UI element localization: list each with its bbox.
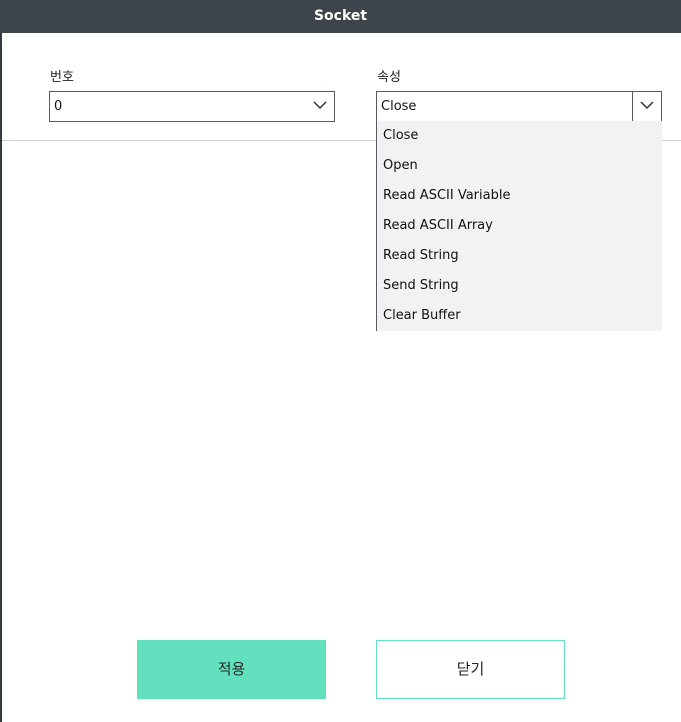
socket-dialog: Socket 번호 0 속성 Close Close Open Read ASC… <box>0 0 681 722</box>
property-dropdown-list: Close Open Read ASCII Variable Read ASCI… <box>376 121 662 331</box>
dialog-title: Socket <box>0 0 681 33</box>
dropdown-option-send-string[interactable]: Send String <box>383 271 459 301</box>
dropdown-option-open[interactable]: Open <box>383 151 418 181</box>
close-button[interactable]: 닫기 <box>376 640 565 699</box>
dropdown-option-read-string[interactable]: Read String <box>383 241 459 271</box>
dropdown-option-read-ascii-array[interactable]: Read ASCII Array <box>383 211 493 241</box>
chevron-down-icon[interactable] <box>306 92 334 121</box>
apply-button[interactable]: 적용 <box>137 640 326 699</box>
number-label: 번호 <box>50 70 74 85</box>
chevron-down-icon[interactable] <box>633 92 661 121</box>
dropdown-option-close[interactable]: Close <box>383 121 418 151</box>
property-label: 속성 <box>377 70 401 85</box>
property-select-value: Close <box>381 99 417 114</box>
dropdown-option-read-ascii-variable[interactable]: Read ASCII Variable <box>383 181 510 211</box>
dropdown-option-clear-buffer[interactable]: Clear Buffer <box>383 301 461 331</box>
window-border <box>0 0 2 722</box>
number-select-value: 0 <box>54 99 63 114</box>
number-select[interactable]: 0 <box>49 91 335 122</box>
property-select[interactable]: Close <box>376 91 662 122</box>
